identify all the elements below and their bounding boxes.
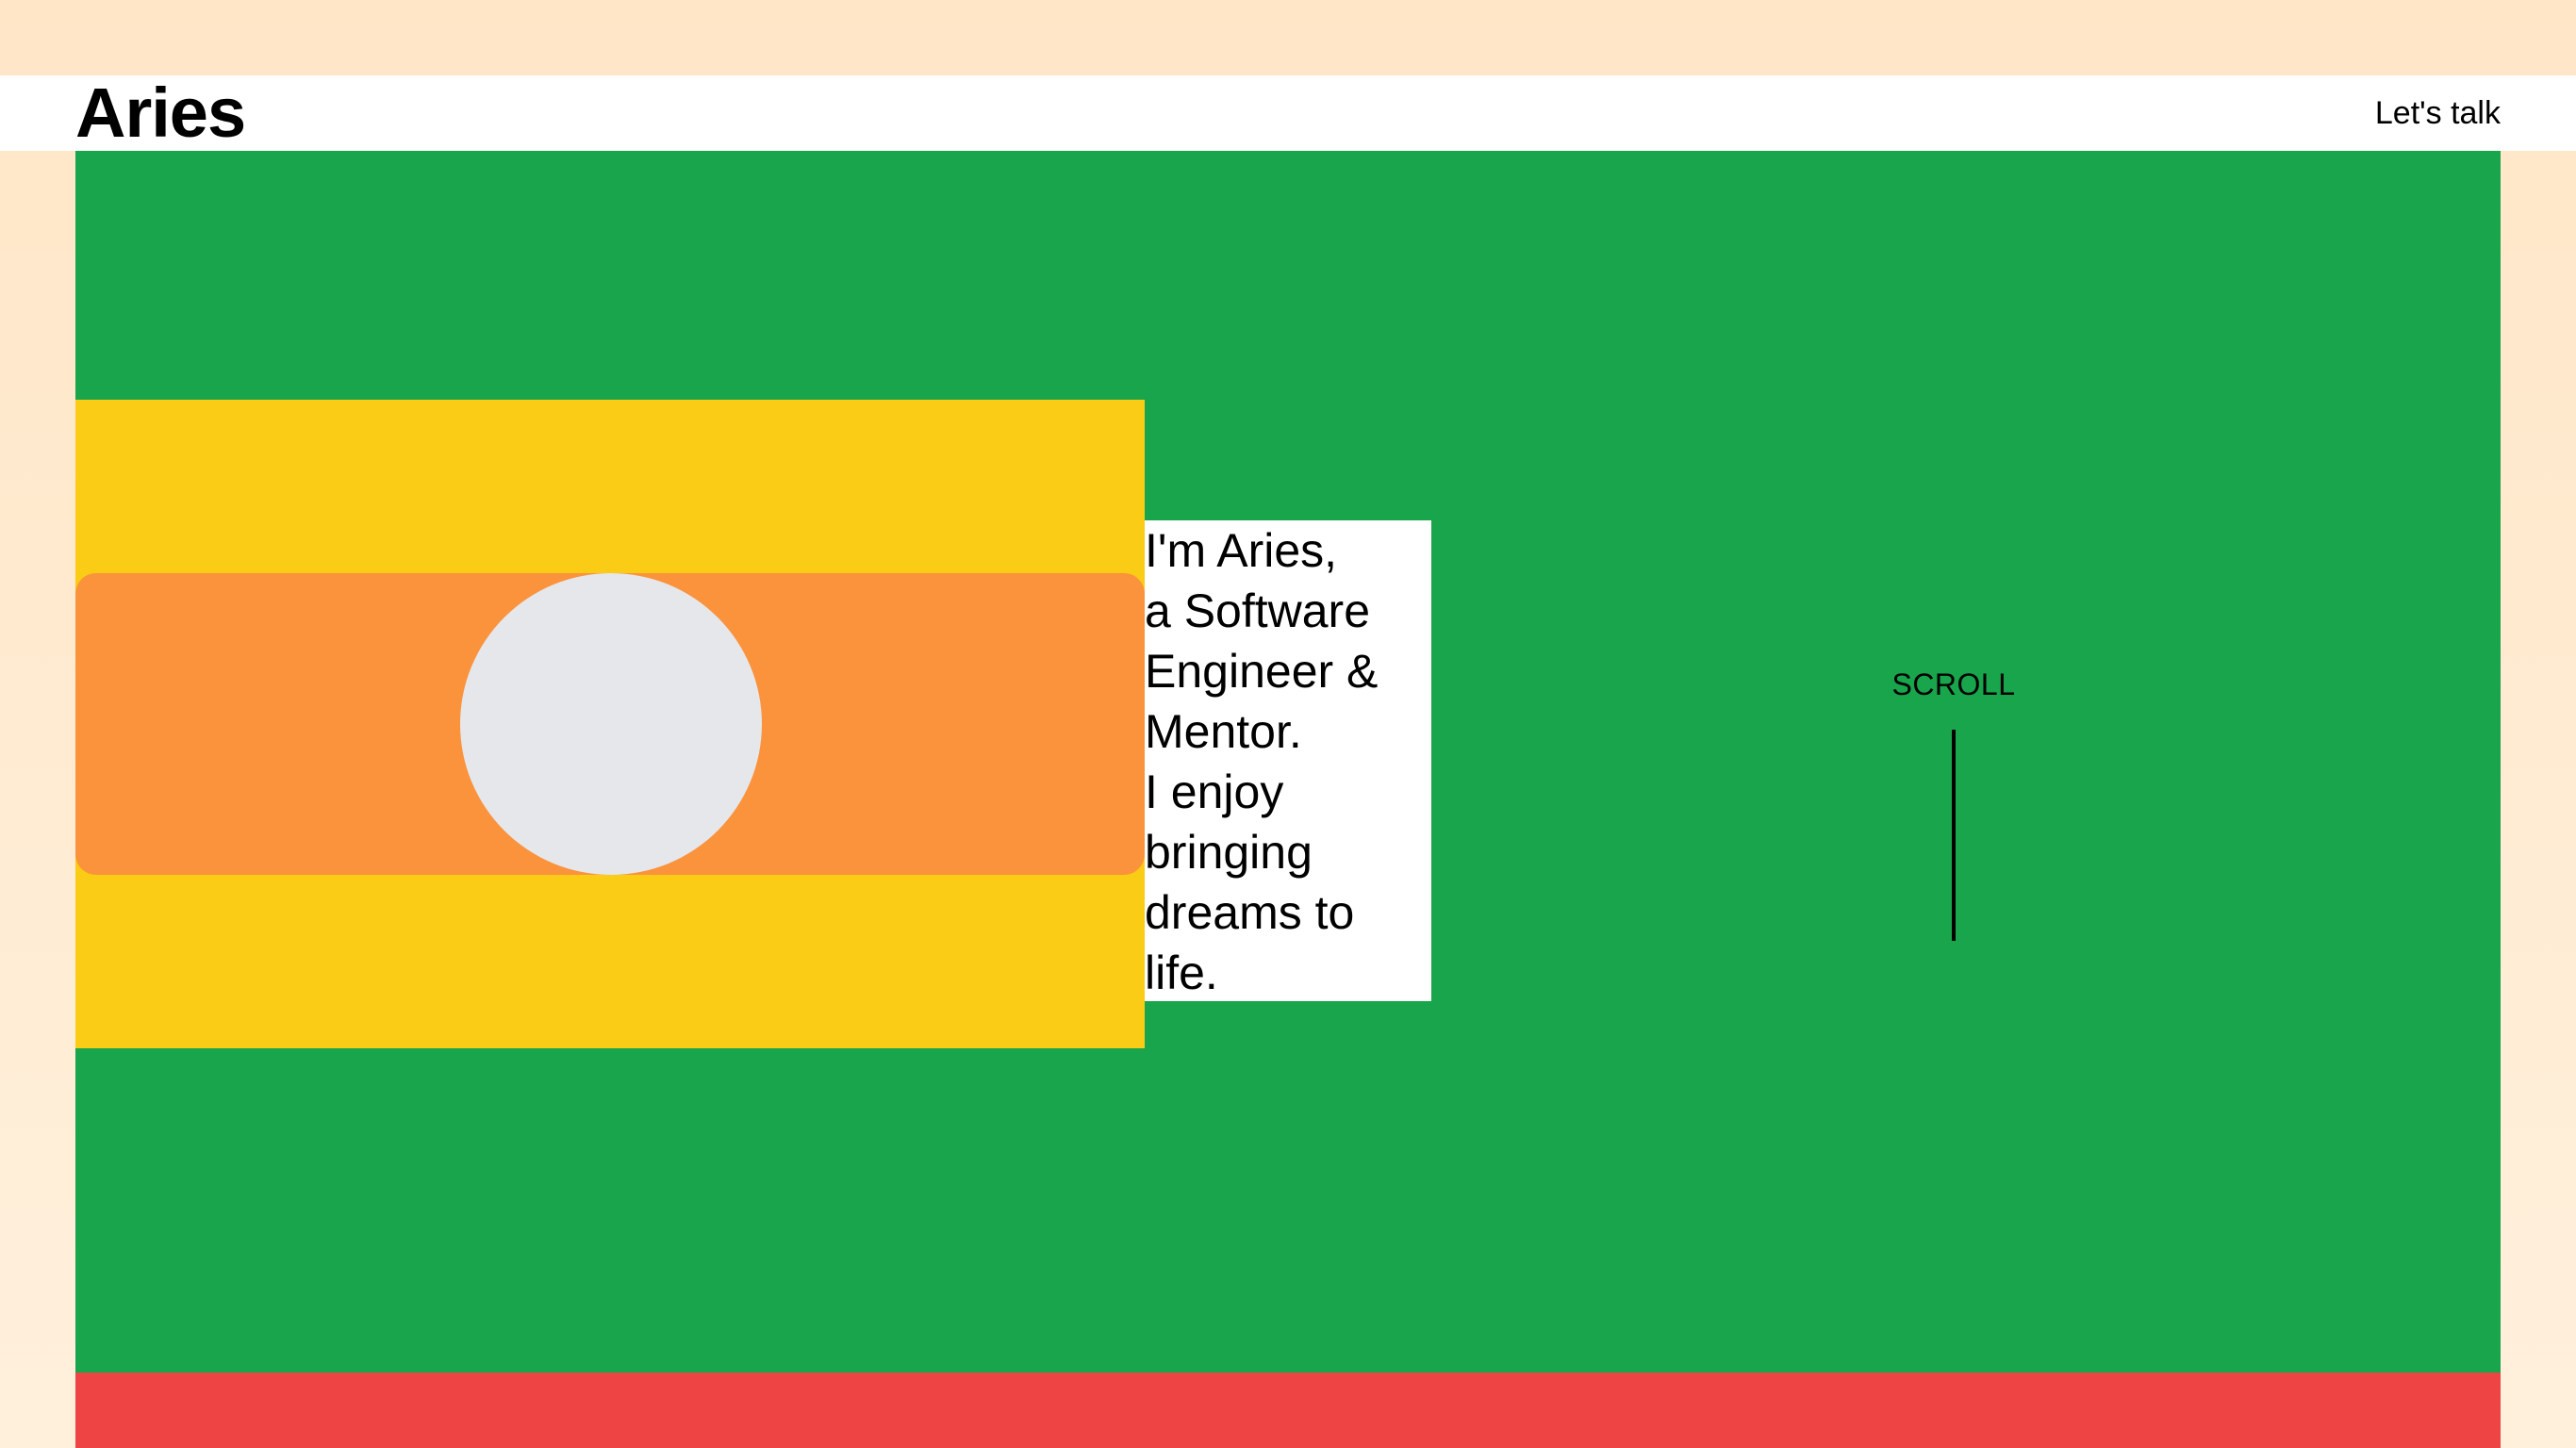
scroll-line [1952, 730, 1956, 941]
lets-talk-link[interactable]: Let's talk [2375, 75, 2501, 151]
intro-line: I enjoy [1145, 765, 1284, 818]
intro-line: life. [1145, 946, 1218, 999]
intro-line: Mentor. [1145, 705, 1302, 758]
intro-line: dreams to [1145, 886, 1355, 939]
intro-line: Engineer & [1145, 645, 1379, 698]
intro-line: a Software [1145, 584, 1371, 637]
intro-line: bringing [1145, 826, 1313, 879]
scroll-indicator[interactable]: SCROLL [1878, 660, 2029, 943]
intro-line: I'm Aries, [1145, 524, 1338, 577]
site-header: Aries Let's talk [0, 75, 2576, 151]
photo-card [75, 573, 1145, 875]
intro-text: I'm Aries, a Software Engineer & Mentor.… [1145, 520, 1431, 1001]
next-section [75, 1373, 2501, 1448]
hero-section: I'm Aries, a Software Engineer & Mentor.… [75, 151, 2501, 1373]
photo-band [75, 400, 1145, 1048]
scroll-label: SCROLL [1891, 667, 2016, 701]
avatar-placeholder [460, 573, 762, 875]
brand-logo[interactable]: Aries [75, 75, 246, 151]
